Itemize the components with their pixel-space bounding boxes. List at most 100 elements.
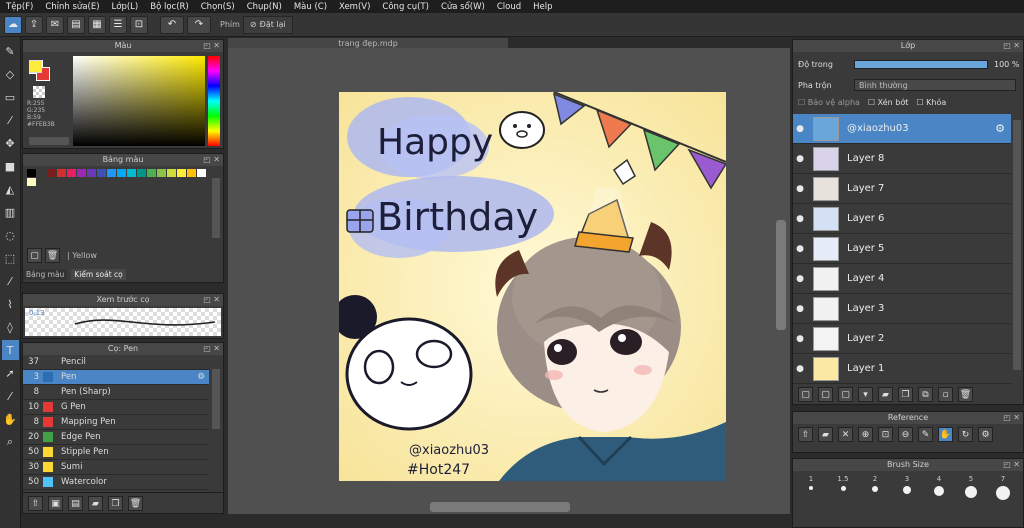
- menu-layer[interactable]: Lớp(L): [106, 2, 145, 12]
- reset-button[interactable]: ⊘ Đặt lại: [242, 15, 293, 34]
- hand-tool-icon[interactable]: ✋: [2, 409, 19, 429]
- layer-row[interactable]: ● Layer 2: [793, 324, 1011, 354]
- redo-button[interactable]: ↷: [187, 15, 211, 34]
- eye-icon[interactable]: ●: [793, 154, 807, 164]
- select-rect-icon[interactable]: ▭: [2, 87, 19, 107]
- palette-swatch[interactable]: [27, 178, 36, 186]
- delete-brush-icon[interactable]: 🗑: [128, 496, 143, 511]
- brush-size-option[interactable]: 5: [955, 475, 987, 500]
- palette-swatch[interactable]: [27, 169, 36, 177]
- new-layer-8bit-icon[interactable]: ▢: [818, 387, 833, 402]
- palette-swatch[interactable]: [67, 169, 76, 177]
- primary-color-front[interactable]: [29, 60, 42, 73]
- transparent-swatch[interactable]: [33, 86, 45, 98]
- eyedropper-icon[interactable]: ⁄: [2, 386, 19, 406]
- duplicate-layer-icon[interactable]: ❐: [898, 387, 913, 402]
- brush-item[interactable]: 8 Pen (Sharp): [23, 385, 209, 400]
- text-tool-icon[interactable]: T: [1, 340, 19, 360]
- layer-row[interactable]: ● Layer 4: [793, 264, 1011, 294]
- delete-layer-icon[interactable]: 🗑: [958, 387, 973, 402]
- brush-list-scrollbar[interactable]: [212, 369, 220, 429]
- undo-button[interactable]: ↶: [160, 15, 184, 34]
- list-icon[interactable]: ☰: [109, 15, 127, 34]
- duplicate-brush-icon[interactable]: ❐: [108, 496, 123, 511]
- fill-rect-icon[interactable]: ■: [2, 156, 19, 176]
- smudge-tool-icon[interactable]: ◊: [2, 317, 19, 337]
- cloud-icon[interactable]: ☁: [4, 15, 22, 34]
- brush-item[interactable]: 30 Sumi: [23, 460, 209, 475]
- hue-slider[interactable]: [208, 56, 220, 146]
- menu-file[interactable]: Tệp(F): [0, 2, 39, 12]
- palette-swatch[interactable]: [157, 169, 166, 177]
- palette-swatch[interactable]: [197, 169, 206, 177]
- layer-row[interactable]: ● Layer 8: [793, 144, 1011, 174]
- comment-icon[interactable]: ✉: [46, 15, 64, 34]
- brush-item[interactable]: 3 Pen ⚙: [23, 370, 209, 385]
- brush-settings-icon[interactable]: ▤: [68, 496, 83, 511]
- layer-row[interactable]: ● Layer 5: [793, 234, 1011, 264]
- palette-swatch[interactable]: [97, 169, 106, 177]
- brush-size-option[interactable]: 7: [987, 475, 1019, 500]
- artwork-canvas[interactable]: Happy Birthday @xiaozhu03 #Hot247: [339, 92, 726, 481]
- export-icon[interactable]: ⇪: [25, 15, 43, 34]
- brush-item[interactable]: 8 Mapping Pen: [23, 415, 209, 430]
- eyedropper-tool-icon[interactable]: ⁄: [2, 271, 19, 291]
- palette-swatch[interactable]: [137, 169, 146, 177]
- color-mode-buttons[interactable]: [29, 137, 69, 145]
- eyedropper-ref-icon[interactable]: ✎: [918, 427, 933, 442]
- blend-mode-select[interactable]: Bình thường: [854, 79, 1016, 91]
- palette-swatch[interactable]: [167, 169, 176, 177]
- move-tool-icon[interactable]: ✥: [2, 133, 19, 153]
- new-layer-icon[interactable]: ▢: [798, 387, 813, 402]
- brush-size-option[interactable]: 1: [795, 475, 827, 500]
- eye-icon[interactable]: ●: [793, 274, 807, 284]
- clipping-checkbox[interactable]: ☐ Xén bớt: [868, 98, 908, 107]
- palette-scrollbar[interactable]: [212, 178, 220, 238]
- palette-swatch[interactable]: [147, 169, 156, 177]
- merge-layer-icon[interactable]: ⧉: [918, 387, 933, 402]
- layer-options-icon[interactable]: ▾: [858, 387, 873, 402]
- saturation-value-picker[interactable]: [73, 56, 205, 146]
- folder-icon[interactable]: ▰: [88, 496, 103, 511]
- close-reference-icon[interactable]: ✕: [838, 427, 853, 442]
- gradient-tool-icon[interactable]: ▥: [2, 202, 19, 222]
- opacity-slider[interactable]: [854, 60, 988, 69]
- lasso-tool-icon[interactable]: ◌: [2, 225, 19, 245]
- zoom-tool-icon[interactable]: ⌕: [2, 432, 19, 452]
- palette-swatch[interactable]: [177, 169, 186, 177]
- menu-color[interactable]: Màu (C): [288, 2, 333, 12]
- palette-swatch[interactable]: [187, 169, 196, 177]
- eye-icon[interactable]: ●: [793, 304, 807, 314]
- gear-icon[interactable]: ⚙: [197, 372, 209, 382]
- menu-select[interactable]: Chọn(S): [195, 2, 241, 12]
- brush-tool-icon[interactable]: ⁄: [2, 110, 19, 130]
- operation-tool-icon[interactable]: ➚: [2, 363, 19, 383]
- palette-swatch[interactable]: [37, 169, 46, 177]
- brush-size-option[interactable]: 2: [859, 475, 891, 500]
- menu-edit[interactable]: Chỉnh sửa(E): [39, 2, 105, 12]
- clear-layer-icon[interactable]: ▫: [938, 387, 953, 402]
- tab-brush-control[interactable]: Kiểm soát cọ: [71, 269, 126, 280]
- tab-palette[interactable]: Bảng màu: [23, 269, 68, 280]
- menu-tools[interactable]: Công cụ(T): [376, 2, 435, 12]
- canvas-horizontal-scrollbar[interactable]: [430, 502, 570, 512]
- blur-tool-icon[interactable]: ⌇: [2, 294, 19, 314]
- brush-item[interactable]: 20 Edge Pen: [23, 430, 209, 445]
- zoom-out-icon[interactable]: ⊖: [898, 427, 913, 442]
- eye-icon[interactable]: ●: [793, 244, 807, 254]
- palette-swatch[interactable]: [87, 169, 96, 177]
- eye-icon[interactable]: ●: [793, 124, 807, 134]
- open-folder-icon[interactable]: ▰: [818, 427, 833, 442]
- settings-ref-icon[interactable]: ⚙: [978, 427, 993, 442]
- layer-row[interactable]: ● Layer 3: [793, 294, 1011, 324]
- brush-item[interactable]: 10 G Pen: [23, 400, 209, 415]
- layer-view-icon[interactable]: ▤: [67, 15, 85, 34]
- zoom-in-icon[interactable]: ⊕: [858, 427, 873, 442]
- new-swatch-icon[interactable]: ▢: [27, 248, 42, 263]
- eye-icon[interactable]: ●: [793, 334, 807, 344]
- cloud-brush-icon[interactable]: ⇧: [28, 496, 43, 511]
- brush-size-option[interactable]: 3: [891, 475, 923, 500]
- menu-capture[interactable]: Chụp(N): [241, 2, 288, 12]
- menu-window[interactable]: Cửa sổ(W): [435, 2, 491, 12]
- menu-view[interactable]: Xem(V): [333, 2, 376, 12]
